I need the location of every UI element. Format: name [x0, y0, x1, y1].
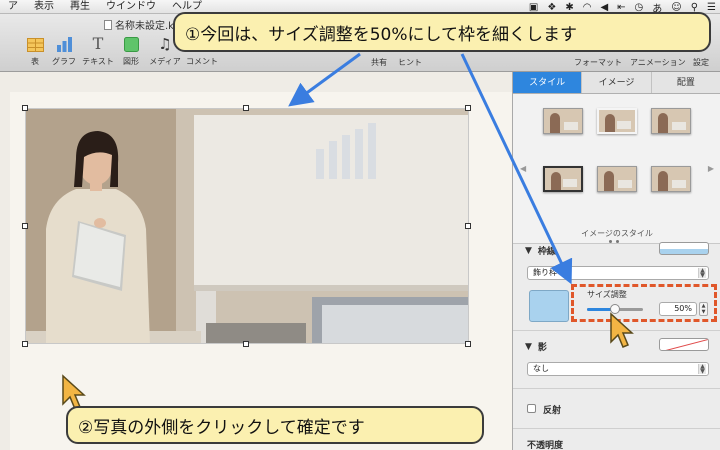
callout-step-1: ①今回は、サイズ調整を50%にして枠を細くします	[173, 12, 711, 52]
callout-step-2: ②写真の外側をクリックして確定です	[66, 406, 484, 444]
annotation-arrows	[288, 52, 573, 285]
mouse-cursor-icon	[610, 312, 634, 348]
arrow-to-photo-border	[288, 52, 361, 107]
arrow-to-border-type	[460, 53, 573, 285]
